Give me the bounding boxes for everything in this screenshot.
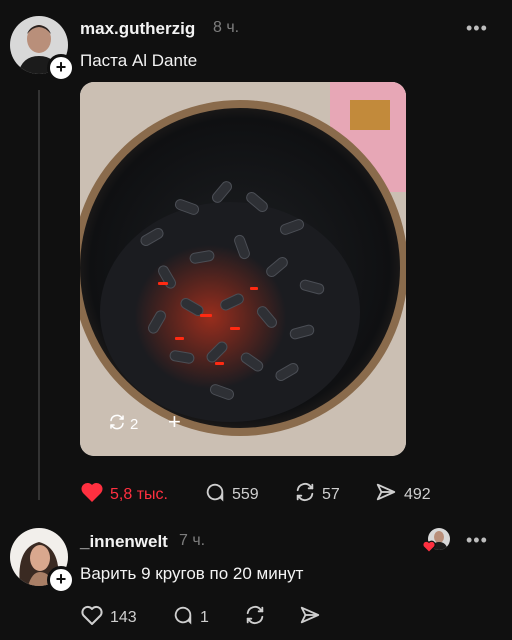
like-count: 5,8 тыс. — [110, 485, 168, 503]
reply-reply-button[interactable]: 1 — [172, 604, 209, 631]
send-icon — [374, 481, 398, 508]
send-icon — [298, 604, 322, 631]
post-more-button[interactable]: ••• — [466, 18, 488, 39]
post-time: 8 ч. — [213, 19, 240, 36]
heart-filled-icon — [80, 481, 104, 508]
comment-icon — [172, 604, 194, 631]
share-count: 492 — [404, 485, 431, 503]
reply-repost-button[interactable] — [244, 604, 266, 631]
like-button[interactable]: 5,8 тыс. — [80, 481, 168, 508]
reply-time: 7 ч. — [179, 532, 206, 549]
reply-username[interactable]: _innenwelt — [80, 532, 168, 552]
thread-line — [38, 90, 40, 500]
comment-icon — [204, 481, 226, 508]
post-text: Паста Al Dante — [80, 51, 198, 70]
share-button[interactable]: 492 — [374, 481, 431, 508]
post-username[interactable]: max.gutherzig — [80, 19, 195, 39]
repost-icon — [244, 604, 266, 631]
media-add-button[interactable]: + — [168, 409, 181, 435]
media-repost-indicator[interactable]: 2 — [108, 413, 138, 435]
repost-count: 57 — [322, 485, 340, 503]
reply-follow-plus-button[interactable]: + — [47, 566, 75, 594]
reply-share-button[interactable] — [298, 604, 322, 631]
reply-text: Варить 9 кругов по 20 минут — [80, 564, 304, 583]
reply-reply-count: 1 — [200, 608, 209, 626]
heart-outline-icon — [80, 604, 104, 631]
burnt-pasta-pan-image — [80, 82, 406, 456]
follow-plus-button[interactable]: + — [47, 54, 75, 82]
reply-more-button[interactable]: ••• — [466, 530, 488, 551]
repost-icon — [108, 413, 126, 435]
repost-icon — [294, 481, 316, 508]
reply-count: 559 — [232, 485, 259, 503]
reply-button[interactable]: 559 — [204, 481, 259, 508]
reply-like-count: 143 — [110, 608, 137, 626]
post-image[interactable] — [80, 82, 406, 456]
repost-button[interactable]: 57 — [294, 481, 340, 508]
media-repost-count: 2 — [130, 415, 139, 433]
liked-by-author-heart-icon — [422, 540, 436, 558]
reply-like-button[interactable]: 143 — [80, 604, 137, 631]
